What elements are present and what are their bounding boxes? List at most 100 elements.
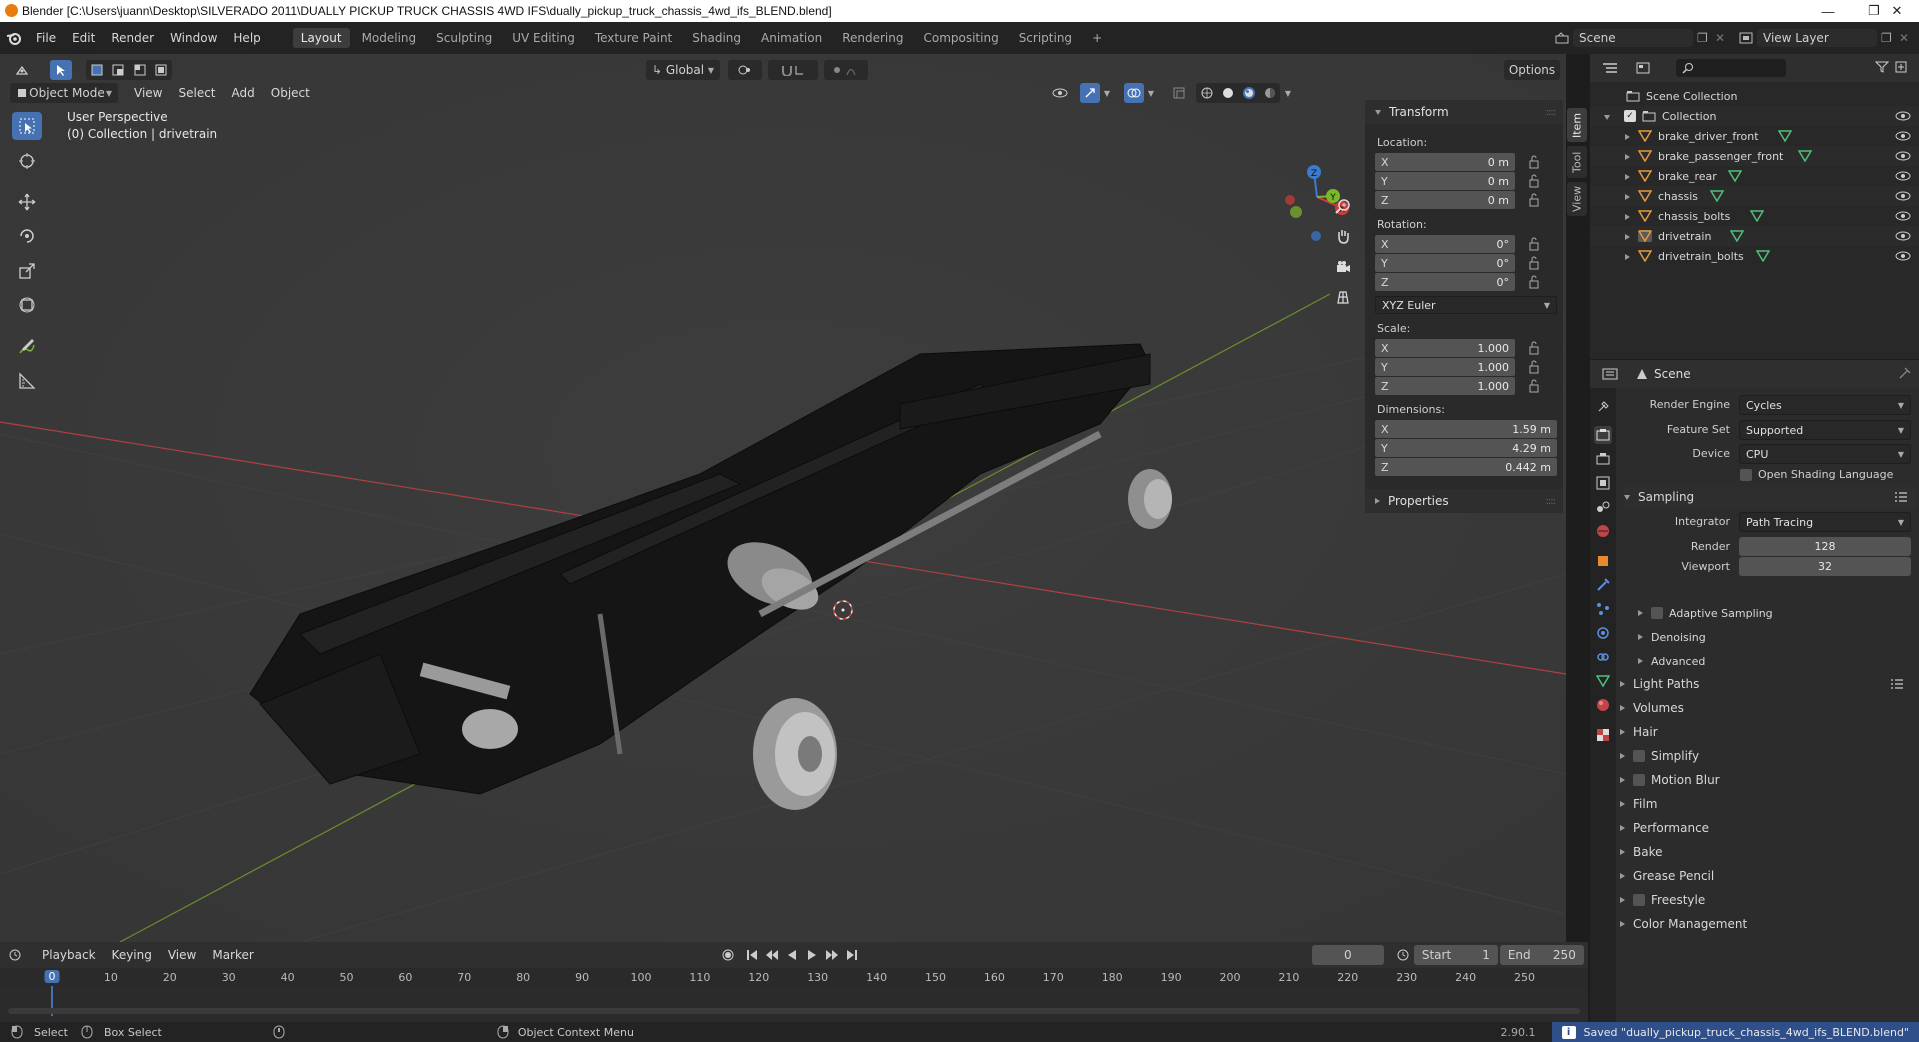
pan-hand-icon[interactable] (1331, 224, 1355, 248)
lock-icon[interactable] (1527, 379, 1541, 393)
preview-range-clock-icon[interactable] (1392, 945, 1414, 965)
visibility-filter-icon[interactable] (1046, 83, 1076, 103)
tab-modeling[interactable]: Modeling (354, 28, 425, 48)
outliner-collection-row[interactable]: ✓ Collection (1590, 106, 1919, 126)
light-paths-section[interactable]: Light Paths (1620, 673, 1912, 695)
denoising-subsection[interactable]: Denoising (1638, 626, 1919, 648)
eye-icon[interactable] (1895, 170, 1911, 182)
data-tab-icon[interactable] (1594, 672, 1612, 690)
tab-sculpting[interactable]: Sculpting (428, 28, 500, 48)
snap-toggle[interactable] (768, 60, 818, 80)
texture-tab-icon[interactable] (1594, 726, 1612, 744)
timeline-scrollbar[interactable] (8, 1008, 1580, 1014)
timeline-menu-marker[interactable]: Marker (204, 948, 261, 962)
sampling-section-header[interactable]: Sampling (1624, 486, 1916, 508)
rotation-y-field[interactable]: Y 0° (1375, 254, 1515, 272)
chevron-down-icon[interactable]: ▼ (1100, 83, 1114, 103)
lock-icon[interactable] (1527, 237, 1541, 251)
outliner-object-row[interactable]: drivetrain_bolts (1590, 246, 1919, 266)
lock-icon[interactable] (1527, 275, 1541, 289)
shading-mode-group[interactable] (1196, 83, 1280, 103)
mesh-data-icon[interactable] (1750, 210, 1764, 222)
end-frame-field[interactable]: End 250 (1499, 945, 1584, 965)
viewport-menu-object[interactable]: Object (263, 86, 318, 100)
rotation-x-field[interactable]: X 0° (1375, 235, 1515, 253)
location-y-field[interactable]: Y 0 m (1375, 172, 1515, 190)
lock-icon[interactable] (1527, 193, 1541, 207)
outliner-editor-type-icon[interactable] (1590, 62, 1630, 74)
film-section[interactable]: Film (1620, 793, 1912, 815)
display-mode-icon[interactable] (1630, 62, 1656, 74)
advanced-subsection[interactable]: Advanced (1638, 650, 1919, 672)
timeline-editor-type-icon[interactable] (0, 949, 34, 961)
lock-icon[interactable] (1527, 360, 1541, 374)
outliner-object-row[interactable]: brake_passenger_front (1590, 146, 1919, 166)
expand-triangle-icon[interactable] (1590, 150, 1638, 163)
expand-triangle-icon[interactable] (1590, 190, 1638, 203)
volumes-section[interactable]: Volumes (1620, 697, 1912, 719)
bake-section[interactable]: Bake (1620, 841, 1912, 863)
chevron-down-icon[interactable]: ▼ (1280, 83, 1296, 103)
outliner-object-row[interactable]: chassis (1590, 186, 1919, 206)
options-dropdown[interactable]: Options (1504, 60, 1560, 80)
device-dropdown[interactable]: CPU ▼ (1739, 444, 1911, 464)
menu-window[interactable]: Window (162, 31, 225, 45)
mesh-data-icon[interactable] (1730, 230, 1744, 242)
chevron-down-icon[interactable]: ▼ (1144, 83, 1158, 103)
3d-viewport[interactable]: Z X Y ↳ Global ▼ Options Object Mode ▼ V… (0, 54, 1566, 942)
annotate-tool[interactable] (12, 332, 42, 360)
mesh-data-icon[interactable] (1778, 130, 1792, 142)
new-view-layer-icon[interactable]: ❐ (1881, 31, 1899, 45)
pivot-point-dropdown[interactable] (728, 60, 762, 80)
jump-keyframe-back-icon[interactable] (762, 945, 782, 965)
scene-tab-icon[interactable] (1594, 498, 1612, 516)
auto-keying-record-icon[interactable] (718, 945, 738, 965)
feature-set-dropdown[interactable]: Supported ▼ (1739, 420, 1911, 440)
overlays-toggle-icon[interactable] (1124, 83, 1144, 103)
cursor-tool[interactable] (12, 147, 42, 175)
properties-editor-type-icon[interactable] (1590, 368, 1630, 380)
viewport-menu-add[interactable]: Add (224, 86, 263, 100)
tab-item[interactable]: Item (1567, 108, 1587, 142)
tab-view[interactable]: View (1567, 182, 1587, 216)
adaptive-sampling-subsection[interactable]: Adaptive Sampling (1638, 602, 1919, 624)
pin-icon[interactable] (1899, 367, 1919, 382)
simplify-section[interactable]: Simplify (1620, 745, 1912, 767)
menu-file[interactable]: File (28, 31, 64, 45)
scale-x-field[interactable]: X 1.000 (1375, 339, 1515, 357)
timeline-menu-playback[interactable]: Playback (34, 948, 104, 962)
menu-help[interactable]: Help (225, 31, 268, 45)
expand-triangle-icon[interactable] (1590, 230, 1638, 243)
dimensions-z-field[interactable]: Z 0.442 m (1375, 458, 1557, 476)
viewport-menu-view[interactable]: View (126, 86, 170, 100)
hair-section[interactable]: Hair (1620, 721, 1912, 743)
outliner-scene-collection-row[interactable]: Scene Collection (1590, 86, 1919, 106)
rotation-mode-dropdown[interactable]: XYZ Euler ▼ (1375, 296, 1557, 314)
mesh-data-icon[interactable] (1756, 250, 1770, 262)
transform-panel-header[interactable]: Transform :::: (1365, 100, 1563, 124)
tab-rendering[interactable]: Rendering (834, 28, 911, 48)
osl-checkbox[interactable] (1740, 468, 1752, 481)
collapse-triangle-icon[interactable] (1590, 110, 1618, 123)
expand-triangle-icon[interactable] (1590, 130, 1638, 143)
outliner-search-input[interactable] (1676, 59, 1786, 77)
dimensions-x-field[interactable]: X 1.59 m (1375, 420, 1557, 438)
outliner-object-row-active[interactable]: drivetrain (1590, 226, 1919, 246)
tab-compositing[interactable]: Compositing (915, 28, 1006, 48)
tab-texture-paint[interactable]: Texture Paint (587, 28, 680, 48)
expand-triangle-icon[interactable] (1590, 210, 1638, 223)
grease-pencil-section[interactable]: Grease Pencil (1620, 865, 1912, 887)
freestyle-section[interactable]: Freestyle (1620, 889, 1912, 911)
gizmo-toggle-icon[interactable] (1080, 83, 1100, 103)
integrator-dropdown[interactable]: Path Tracing ▼ (1739, 512, 1911, 532)
mesh-data-icon[interactable] (1728, 170, 1742, 182)
material-tab-icon[interactable] (1594, 696, 1612, 714)
start-frame-field[interactable]: Start 1 (1413, 945, 1498, 965)
scale-z-field[interactable]: Z 1.000 (1375, 377, 1515, 395)
camera-view-icon[interactable] (1331, 255, 1355, 279)
tab-tool[interactable]: Tool (1567, 146, 1587, 178)
xray-toggle-icon[interactable] (1168, 83, 1190, 103)
outliner-object-row[interactable]: brake_rear (1590, 166, 1919, 186)
select-mode-icon[interactable] (50, 60, 72, 80)
rotation-z-field[interactable]: Z 0° (1375, 273, 1515, 291)
